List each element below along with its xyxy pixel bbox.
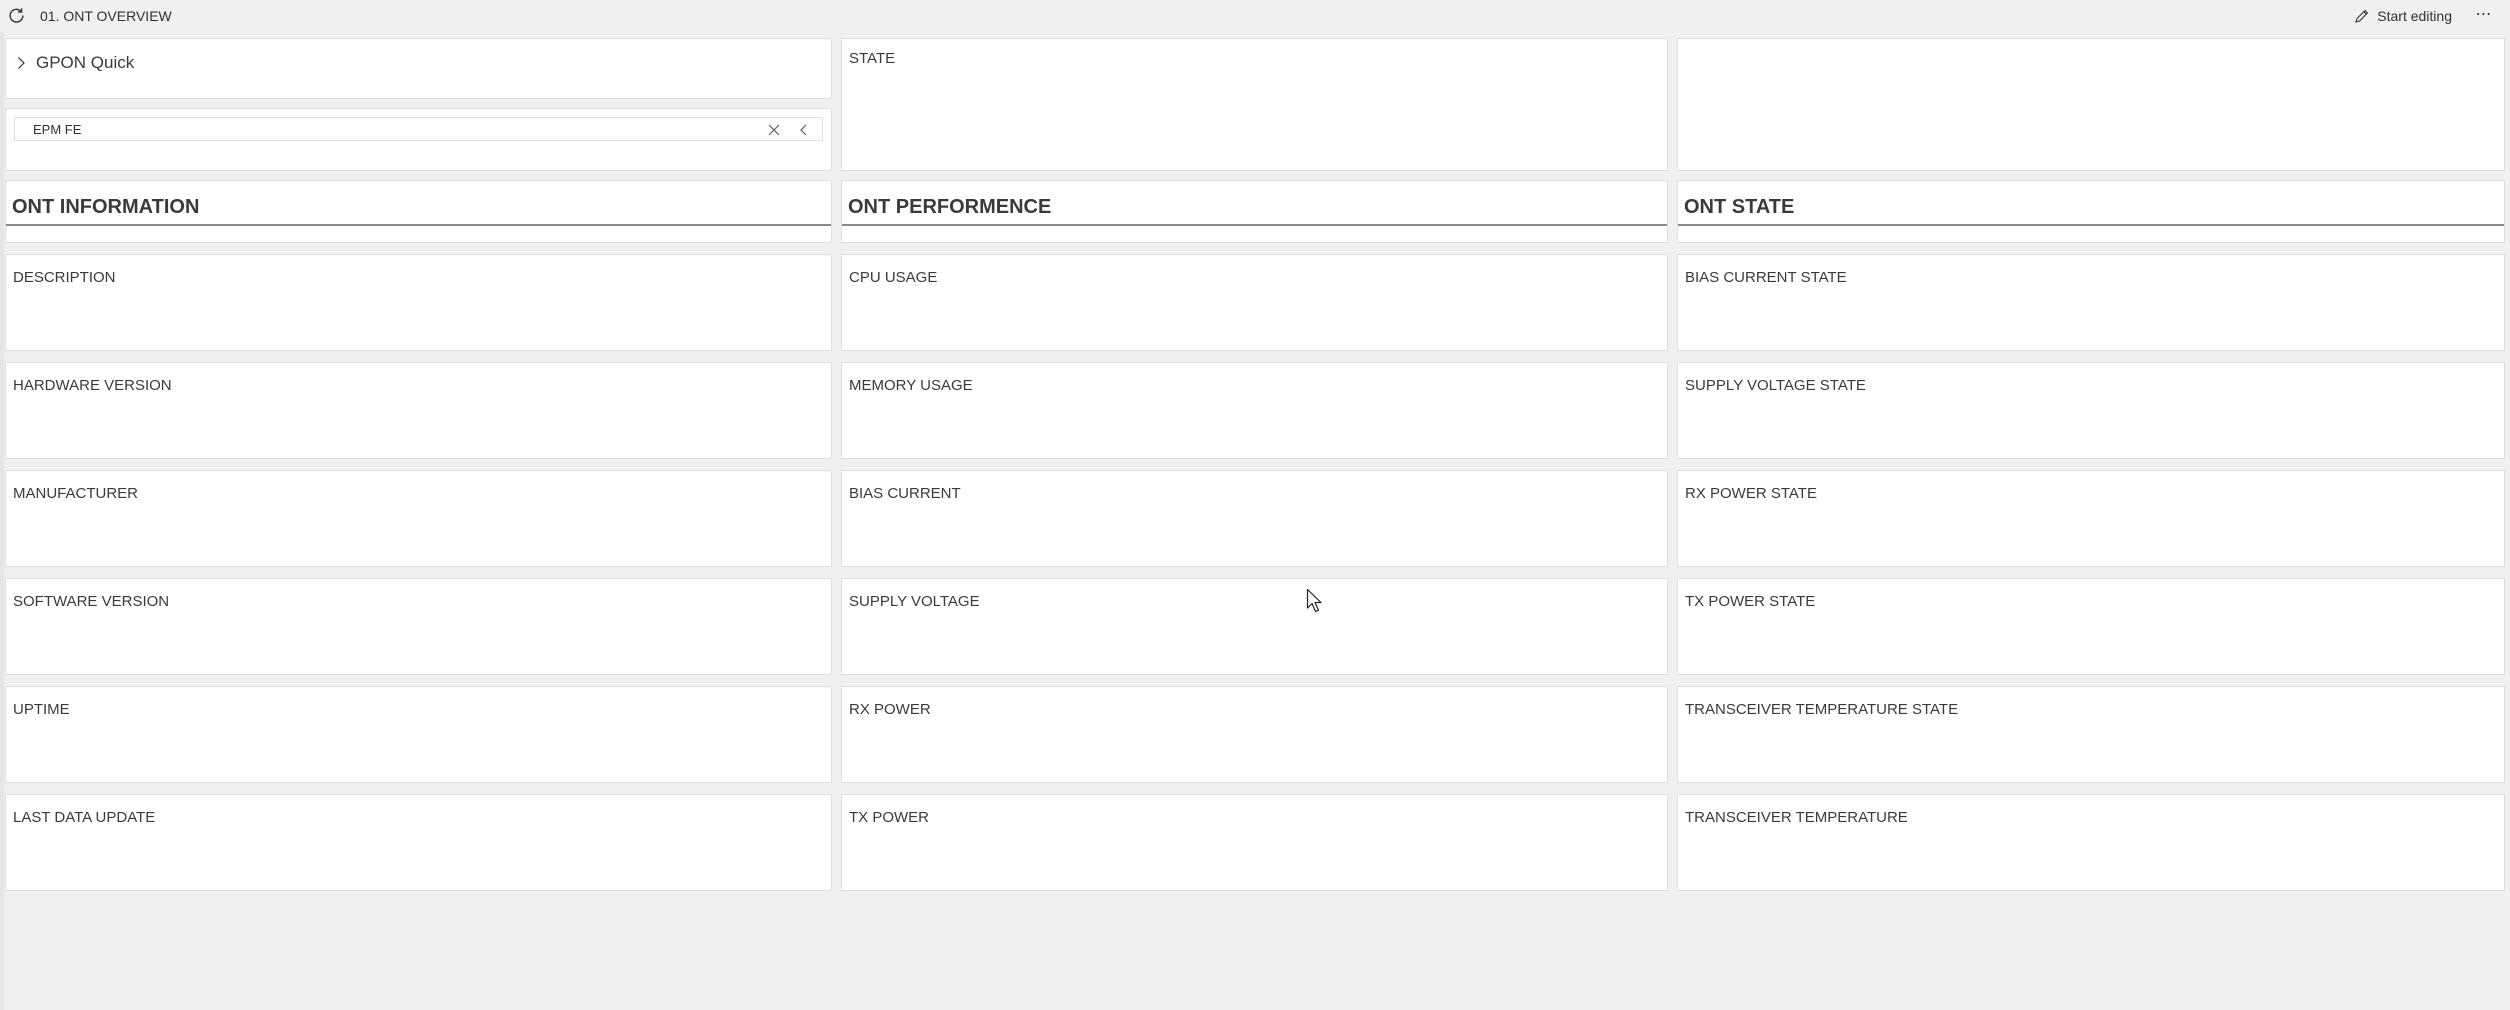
state-card: STATE <box>841 38 1668 171</box>
last-data-update-card: LAST DATA UPDATE <box>5 794 832 891</box>
card-label: DESCRIPTION <box>13 269 116 286</box>
refresh-icon[interactable] <box>8 7 25 24</box>
slicer-tile: EPM FE <box>5 108 832 171</box>
mouse-pointer-icon <box>1306 588 1322 613</box>
ont-state-heading: ONT STATE <box>1684 196 1795 218</box>
card-label: RX POWER STATE <box>1685 485 1817 502</box>
card-label: TRANSCEIVER TEMPERATURE STATE <box>1685 701 1959 718</box>
hardware-version-card: HARDWARE VERSION <box>5 362 832 459</box>
card-label: BIAS CURRENT <box>849 485 961 502</box>
top-bar: 01. ONT OVERVIEW Start editing ⋯ <box>0 0 2510 32</box>
clear-selection-icon[interactable] <box>766 122 782 138</box>
gpon-quick-label: GPON Quick <box>36 53 135 72</box>
header-divider <box>6 224 831 226</box>
more-options-button[interactable]: ⋯ <box>2472 4 2496 26</box>
supply-voltage-state-card: SUPPLY VOLTAGE STATE <box>1677 362 2505 459</box>
tx-power-state-card: TX POWER STATE <box>1677 578 2505 675</box>
chevron-left-icon[interactable] <box>796 122 812 138</box>
slicer-input[interactable]: EPM FE <box>14 117 823 141</box>
card-label: UPTIME <box>13 701 70 718</box>
card-label: CPU USAGE <box>849 269 938 286</box>
ont-information-header: ONT INFORMATION <box>5 180 832 243</box>
manufacturer-card: MANUFACTURER <box>5 470 832 567</box>
description-card: DESCRIPTION <box>5 254 832 351</box>
header-divider <box>1678 224 2504 226</box>
uptime-card: UPTIME <box>5 686 832 783</box>
gpon-quick-filter-tile: GPON Quick <box>5 38 832 99</box>
chevron-right-icon <box>18 57 25 69</box>
header-divider <box>842 224 1667 226</box>
card-label: HARDWARE VERSION <box>13 377 172 394</box>
cpu-usage-card: CPU USAGE <box>841 254 1668 351</box>
bias-current-state-card: BIAS CURRENT STATE <box>1677 254 2505 351</box>
ont-state-header: ONT STATE <box>1677 180 2505 243</box>
card-label: SOFTWARE VERSION <box>13 593 170 610</box>
software-version-card: SOFTWARE VERSION <box>5 578 832 675</box>
rx-power-state-card: RX POWER STATE <box>1677 470 2505 567</box>
bias-current-card: BIAS CURRENT <box>841 470 1668 567</box>
start-editing-label: Start editing <box>2377 8 2452 24</box>
empty-visual-tile <box>1677 38 2505 171</box>
state-label: STATE <box>849 50 896 67</box>
card-label: TX POWER STATE <box>1685 593 1816 610</box>
card-label: TX POWER <box>849 809 930 826</box>
card-label: MEMORY USAGE <box>849 377 973 394</box>
card-label: RX POWER <box>849 701 931 718</box>
card-label: SUPPLY VOLTAGE <box>849 593 980 610</box>
card-label: BIAS CURRENT STATE <box>1685 269 1847 286</box>
memory-usage-card: MEMORY USAGE <box>841 362 1668 459</box>
page-title: 01. ONT OVERVIEW <box>40 8 172 24</box>
tx-power-card: TX POWER <box>841 794 1668 891</box>
start-editing-button[interactable]: Start editing <box>2354 5 2452 27</box>
transceiver-temperature-state-card: TRANSCEIVER TEMPERATURE STATE <box>1677 686 2505 783</box>
transceiver-temperature-card: TRANSCEIVER TEMPERATURE <box>1677 794 2505 891</box>
left-edge-strip <box>0 32 4 1010</box>
gpon-quick-expander[interactable]: GPON Quick <box>14 53 134 73</box>
ont-information-heading: ONT INFORMATION <box>12 196 200 218</box>
ont-performence-heading: ONT PERFORMENCE <box>848 196 1052 218</box>
slicer-selected-value: EPM FE <box>33 122 82 137</box>
rx-power-card: RX POWER <box>841 686 1668 783</box>
card-label: SUPPLY VOLTAGE STATE <box>1685 377 1866 394</box>
pencil-icon <box>2355 9 2369 23</box>
card-label: MANUFACTURER <box>13 485 139 502</box>
supply-voltage-card: SUPPLY VOLTAGE <box>841 578 1668 675</box>
card-label: LAST DATA UPDATE <box>13 809 156 826</box>
card-label: TRANSCEIVER TEMPERATURE <box>1685 809 1908 826</box>
ont-performence-header: ONT PERFORMENCE <box>841 180 1668 243</box>
